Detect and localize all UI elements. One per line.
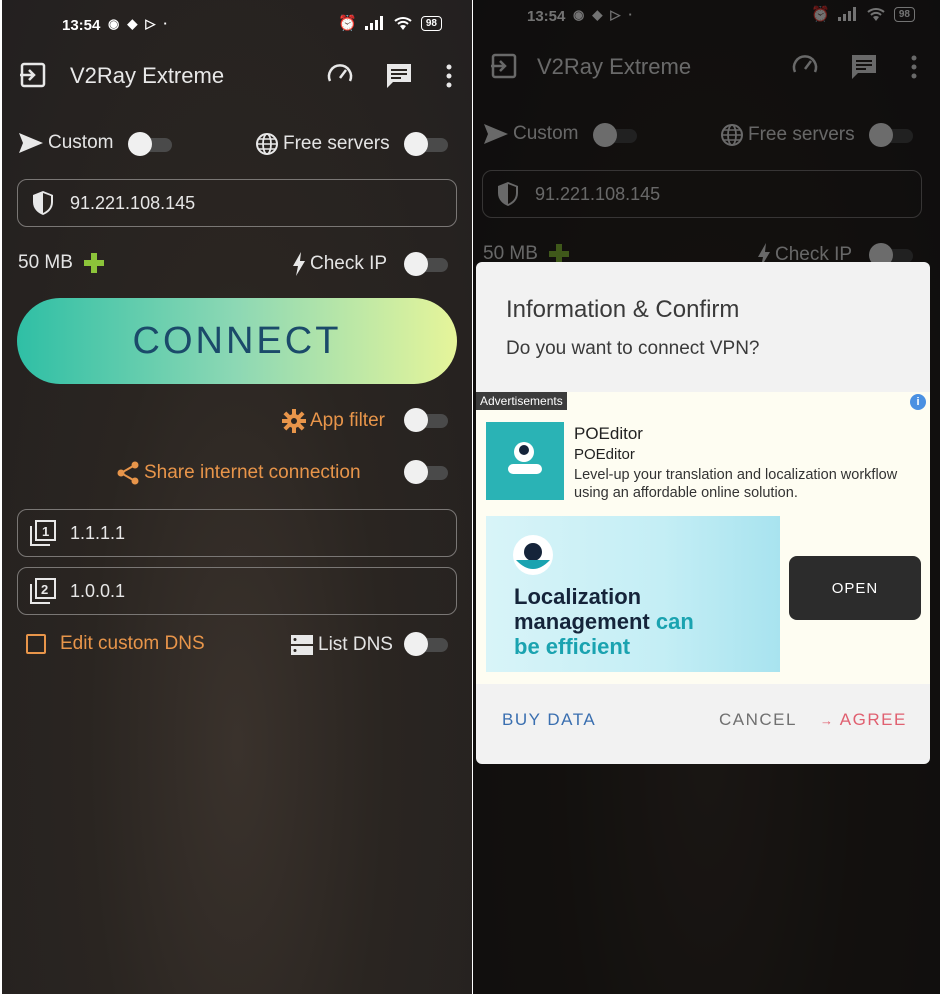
- speedometer-icon[interactable]: [326, 61, 354, 89]
- list-dns-option: List DNS: [290, 633, 393, 657]
- edit-dns-label: Edit custom DNS: [60, 633, 205, 654]
- exit-icon[interactable]: [18, 60, 48, 90]
- agree-arrow-icon: →: [820, 713, 835, 728]
- free-servers-option: Free servers: [255, 132, 390, 156]
- main-screen: 13:54 ◉ ◆ ▷ · ⏰ 98 V2Ray Extreme Custom …: [2, 0, 472, 994]
- svg-text:2: 2: [41, 582, 48, 597]
- shield-icon: [28, 188, 58, 218]
- check-ip-label: Check IP: [310, 253, 388, 274]
- list-dns-toggle[interactable]: [404, 632, 450, 656]
- gear-icon: [282, 409, 306, 433]
- edit-dns-checkbox[interactable]: [26, 634, 46, 654]
- ad-info-icon[interactable]: i: [910, 394, 926, 410]
- lightning-icon: [293, 252, 305, 276]
- check-ip-toggle[interactable]: [404, 252, 450, 276]
- dot-icon: ·: [163, 16, 168, 31]
- agree-label: AGREE: [839, 710, 907, 729]
- app-filter-toggle[interactable]: [404, 408, 450, 432]
- agree-button[interactable]: → AGREE: [820, 710, 907, 730]
- app-title: V2Ray Extreme: [70, 63, 225, 88]
- connect-button[interactable]: CONNECT: [17, 298, 457, 384]
- app-filter-option: App filter: [282, 409, 385, 433]
- ad-open-button[interactable]: OPEN: [789, 556, 921, 620]
- more-options-icon[interactable]: [442, 62, 456, 90]
- free-servers-toggle[interactable]: [404, 132, 450, 156]
- alarm-icon: ⏰: [338, 15, 357, 32]
- send-icon: [19, 133, 43, 153]
- ad-description: Level-up your translation and localizati…: [574, 467, 898, 501]
- signal-icon: [364, 16, 383, 30]
- notification-icons: ◉ ◆ ▷ ·: [108, 16, 168, 32]
- confirm-dialog: Information & Confirm Do you want to con…: [476, 262, 930, 764]
- free-servers-label: Free servers: [283, 133, 390, 154]
- ad-advertiser: POEditor: [574, 446, 635, 463]
- app-filter-label: App filter: [310, 410, 385, 431]
- share-icon: [117, 461, 139, 485]
- share-connection-label: Share internet connection: [144, 462, 361, 483]
- filter-1-icon: 1: [28, 518, 58, 548]
- system-icons: ⏰ 98: [338, 14, 442, 32]
- dns2-field[interactable]: 2 1.0.0.1: [17, 567, 457, 615]
- message-icon[interactable]: [384, 61, 414, 91]
- dns1-value: 1.1.1.1: [70, 522, 126, 543]
- play-icon: ▷: [145, 16, 156, 31]
- dialog-screen: 13:54 ◉ ◆ ▷ · ⏰ 98 V2Ray Extreme Custom …: [473, 0, 940, 994]
- dns2-value: 1.0.0.1: [70, 580, 126, 601]
- dns1-field[interactable]: 1 1.1.1.1: [17, 509, 457, 557]
- status-time: 13:54: [62, 17, 101, 34]
- share-connection-toggle[interactable]: [404, 460, 450, 484]
- add-data-icon[interactable]: [83, 252, 105, 274]
- custom-toggle[interactable]: [128, 132, 174, 156]
- data-amount: 50 MB: [18, 252, 105, 274]
- dialog-message: Do you want to connect VPN?: [506, 338, 760, 359]
- data-amount-value: 50 MB: [18, 252, 73, 273]
- cancel-button[interactable]: CANCEL: [719, 710, 797, 730]
- buy-data-button[interactable]: BUY DATA: [502, 710, 596, 730]
- svg-text:1: 1: [42, 524, 49, 539]
- incognito-icon: ◆: [127, 16, 138, 31]
- server-address-field[interactable]: 91.221.108.145: [17, 179, 457, 227]
- wifi-icon: [394, 17, 412, 30]
- battery-indicator: 98: [420, 15, 442, 31]
- server-address-value: 91.221.108.145: [70, 192, 196, 213]
- custom-option: Custom: [18, 132, 113, 154]
- status-bar: 13:54 ◉ ◆ ▷ · ⏰ 98: [2, 0, 472, 50]
- list-dns-label: List DNS: [318, 634, 393, 655]
- check-ip-option: Check IP: [292, 252, 387, 276]
- app-bar: V2Ray Extreme: [2, 50, 472, 106]
- globe-icon: [256, 133, 278, 155]
- dialog-title: Information & Confirm: [506, 296, 740, 323]
- filter-2-icon: 2: [28, 576, 58, 606]
- server-list-icon: [291, 635, 313, 655]
- ghost-icon: ◉: [108, 16, 120, 31]
- ad-banner-image[interactable]: Localization management can be efficient: [486, 516, 780, 672]
- ad-container[interactable]: Advertisements i POEditor POEditor Level…: [476, 392, 930, 684]
- ad-title[interactable]: POEditor: [574, 424, 643, 444]
- ad-banner-text: Localization management can be efficient: [514, 584, 694, 659]
- share-connection-option: Share internet connection: [116, 461, 361, 485]
- ad-label: Advertisements: [476, 392, 567, 410]
- custom-label: Custom: [48, 132, 114, 153]
- poeditor-mascot-icon: [513, 535, 553, 575]
- edit-dns-option[interactable]: Edit custom DNS: [26, 633, 205, 655]
- poeditor-logo[interactable]: [486, 422, 564, 500]
